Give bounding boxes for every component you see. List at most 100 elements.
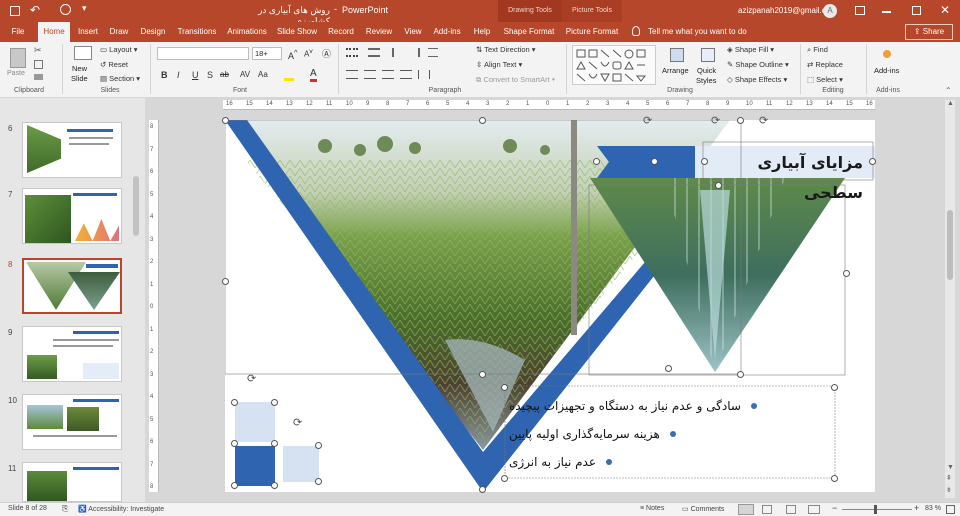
ribbon-display-icon[interactable]	[855, 6, 865, 15]
shapes-gallery[interactable]	[572, 45, 656, 85]
decrease-indent-icon[interactable]	[392, 48, 402, 57]
tab-animations[interactable]: Animations	[224, 22, 270, 42]
selection-handle[interactable]	[715, 182, 722, 189]
convert-smartart-button[interactable]: ⧉ Convert to SmartArt ▾	[476, 75, 555, 85]
tab-picture-format[interactable]: Picture Format	[562, 22, 622, 42]
increase-indent-icon[interactable]	[410, 48, 420, 57]
selection-handle[interactable]	[315, 442, 322, 449]
slide-thumbnail-9[interactable]	[22, 326, 122, 382]
zoom-level[interactable]: 83 %	[925, 505, 941, 512]
accessibility-button[interactable]: ♿ Accessibility: Investigate	[78, 505, 164, 513]
selection-handle[interactable]	[271, 440, 278, 447]
selection-handle[interactable]	[479, 486, 486, 493]
tab-add-ins[interactable]: Add-ins	[430, 22, 464, 42]
selection-handle[interactable]	[231, 399, 238, 406]
slide-scrollbar[interactable]: ▲ ▼ ⇞ ⇟	[945, 100, 955, 498]
quick-styles-button[interactable]: Quick Styles	[696, 46, 722, 86]
tab-design[interactable]: Design	[136, 22, 170, 42]
font-color-button[interactable]: A	[310, 69, 317, 82]
rotate-handle-icon[interactable]: ⟳	[247, 372, 256, 385]
slideshow-icon[interactable]	[808, 505, 820, 514]
line-spacing-icon[interactable]	[428, 48, 438, 57]
selection-handle[interactable]	[665, 365, 672, 372]
selection-handle[interactable]	[271, 482, 278, 489]
tab-slide-show[interactable]: Slide Show	[274, 22, 320, 42]
numbering-icon[interactable]	[368, 48, 380, 57]
selection-handle[interactable]	[737, 371, 744, 378]
tab-insert[interactable]: Insert	[74, 22, 102, 42]
scroll-thumb[interactable]	[947, 210, 953, 280]
selection-handle[interactable]	[222, 117, 229, 124]
collapse-ribbon-icon[interactable]: ⌃	[945, 86, 952, 95]
shape-outline-button[interactable]: ✎ Shape Outline ▾	[727, 60, 789, 69]
prev-slide-icon[interactable]: ⇞	[946, 474, 952, 482]
find-button[interactable]: ⌕ Find	[807, 45, 828, 55]
rotate-handle-icon[interactable]: ⟳	[293, 416, 302, 429]
selection-handle[interactable]	[593, 158, 600, 165]
slide-canvas[interactable]: مزایای آبیاری سطحی سادگی و عدم نیاز به د…	[222, 115, 876, 493]
selection-handle[interactable]	[831, 384, 838, 391]
avatar[interactable]: A	[823, 4, 837, 18]
bold-button[interactable]: B	[161, 70, 168, 80]
select-button[interactable]: ⬚ Select ▾	[807, 75, 843, 84]
spellcheck-icon[interactable]: ⎘	[62, 504, 68, 514]
underline-button[interactable]: U	[192, 70, 199, 80]
align-text-button[interactable]: ⇳ Align Text ▾	[476, 60, 522, 69]
notes-button[interactable]: ≡ Notes	[640, 505, 664, 512]
text-direction-button[interactable]: ⇅ Text Direction ▾	[476, 45, 536, 54]
selection-handle[interactable]	[869, 158, 876, 165]
zoom-in-icon[interactable]: +	[914, 503, 919, 513]
slide-thumbnail-8[interactable]	[22, 258, 122, 314]
change-case-button[interactable]: Aa	[258, 70, 268, 79]
reading-view-icon[interactable]	[786, 505, 796, 514]
rotate-handle-icon[interactable]: ⟳	[643, 114, 652, 127]
share-button[interactable]: ⇪ Share	[905, 24, 953, 40]
bullets-icon[interactable]	[346, 48, 358, 57]
add-ins-button[interactable]: Add-ins	[872, 46, 906, 86]
selection-handle[interactable]	[231, 440, 238, 447]
customize-qat-icon[interactable]: ▾	[82, 3, 87, 14]
rotate-handle-icon[interactable]: ⟳	[759, 114, 768, 127]
format-painter-icon[interactable]	[34, 74, 43, 80]
slide-thumbnail-6[interactable]	[22, 122, 122, 178]
scroll-up-icon[interactable]: ▲	[947, 100, 954, 107]
slide-thumbnail-11[interactable]	[22, 462, 122, 502]
char-spacing-button[interactable]: AV	[240, 70, 250, 79]
undo-icon[interactable]: ↶	[30, 3, 40, 17]
selection-handle[interactable]	[315, 478, 322, 485]
restore-icon[interactable]	[912, 6, 921, 15]
replace-button[interactable]: ⇄ Replace	[807, 60, 843, 69]
tab-home[interactable]: Home	[38, 22, 70, 42]
zoom-out-icon[interactable]: −	[832, 503, 837, 513]
save-icon[interactable]	[10, 6, 20, 16]
comments-button[interactable]: ▭ Comments	[682, 505, 724, 513]
copy-icon[interactable]	[34, 60, 43, 69]
cut-icon[interactable]: ✂	[34, 45, 42, 56]
selection-handle[interactable]	[843, 270, 850, 277]
align-right-icon[interactable]	[382, 70, 394, 79]
align-center-icon[interactable]	[364, 70, 376, 79]
tab-draw[interactable]: Draw	[106, 22, 132, 42]
tab-transitions[interactable]: Transitions	[174, 22, 220, 42]
slide-thumbnail-10[interactable]	[22, 394, 122, 450]
thumbnail-scrollbar[interactable]	[133, 176, 139, 236]
slide-thumbnail-7[interactable]	[22, 188, 122, 244]
selection-handle[interactable]	[701, 158, 708, 165]
bullet-list[interactable]: سادگی و عدم نیاز به دستگاه و تجهیزات پیچ…	[509, 396, 829, 478]
tab-shape-format[interactable]: Shape Format	[500, 22, 558, 42]
selection-handle[interactable]	[831, 475, 838, 482]
strikethrough-button[interactable]: ab	[220, 70, 229, 79]
selection-handle[interactable]	[222, 278, 229, 285]
selection-handle[interactable]	[501, 475, 508, 482]
clear-formatting-icon[interactable]: Ⓐ	[322, 47, 331, 60]
selection-handle[interactable]	[737, 117, 744, 124]
new-slide-button[interactable]: New Slide	[70, 46, 96, 86]
fit-slide-icon[interactable]	[946, 505, 955, 514]
columns-icon[interactable]	[418, 70, 430, 79]
layout-button[interactable]: ▭ Layout ▾	[100, 45, 138, 54]
tab-review[interactable]: Review	[362, 22, 396, 42]
minimize-icon[interactable]	[882, 11, 891, 13]
slide-sorter-icon[interactable]	[762, 505, 772, 514]
selection-handle[interactable]	[479, 117, 486, 124]
align-left-icon[interactable]	[346, 70, 358, 79]
